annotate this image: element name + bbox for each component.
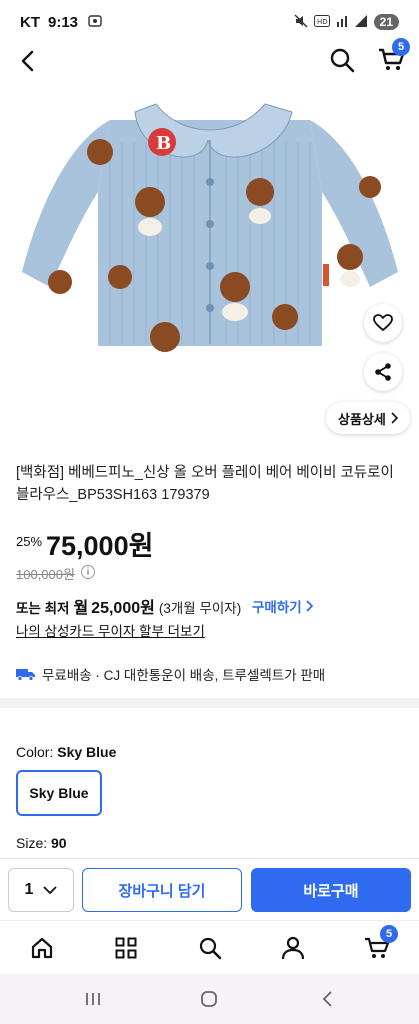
battery-icon: 21 (373, 14, 399, 30)
product-detail-label: 상품상세 (338, 411, 386, 427)
add-to-cart-button[interactable]: 장바구니 담기 (82, 868, 242, 912)
installment-info: 또는 최저 월 25,000원 (3개월 무이자) (16, 594, 241, 618)
tab-cart[interactable]: 5 (362, 925, 398, 963)
recent-apps-icon (86, 993, 100, 1005)
chevron-right-icon (306, 600, 313, 612)
product-title: [백화점] 베베드피노_신상 올 오버 플레이 베어 베이비 코듀로이 블라우스… (16, 465, 394, 503)
installment-monthly: 월 (73, 600, 89, 617)
home-circle-icon (201, 991, 217, 1007)
size-label-key: Size: (16, 835, 48, 851)
search-button[interactable] (326, 44, 358, 76)
quantity-value: 1 (24, 881, 34, 898)
svg-text:B: B (156, 133, 171, 154)
quantity-select[interactable]: 1 (8, 868, 74, 912)
section-divider (0, 698, 419, 708)
screen-record-icon (88, 14, 102, 31)
android-home-button[interactable] (195, 986, 223, 1012)
svg-text:HD: HD (317, 18, 328, 26)
color-label-value: Sky Blue (57, 744, 117, 760)
grid-icon (115, 937, 137, 959)
cart-count-badge: 5 (392, 38, 410, 56)
signal-icon (354, 14, 368, 31)
tab-home[interactable] (27, 933, 57, 963)
card-installment-link[interactable]: 나의 삼성카드 무이자 할부 더보기 (16, 620, 205, 640)
tab-search[interactable] (195, 933, 225, 963)
buy-link-label: 구매하기 (252, 600, 302, 615)
carrier-label: KT (20, 13, 40, 31)
chevron-left-icon (21, 50, 34, 72)
search-icon (199, 937, 222, 960)
share-icon (375, 363, 391, 381)
tab-cart-count-badge: 5 (380, 925, 398, 943)
heart-icon (373, 314, 393, 331)
chevron-down-icon (43, 885, 58, 894)
buy-now-button[interactable]: 바로구매 (251, 868, 411, 912)
color-label-key: Color: (16, 744, 54, 760)
shipping-text: 무료배송 · CJ 대한통운이 배송, 트루셀렉트가 판매 (42, 668, 326, 683)
tab-my-page[interactable] (278, 933, 308, 963)
color-option-sky-blue[interactable]: Sky Blue (16, 770, 102, 816)
info-icon[interactable]: i (81, 565, 95, 579)
app-header: 5 (0, 38, 419, 82)
sale-price: 75,000원 (46, 531, 154, 561)
installment-prefix: 또는 최저 (16, 601, 70, 616)
product-photo: B (22, 103, 398, 352)
back-arrow-icon (322, 991, 332, 1007)
mute-icon (294, 14, 308, 31)
color-label: Color: Sky Blue (16, 744, 116, 760)
truck-icon (16, 669, 35, 681)
home-icon (31, 937, 53, 959)
size-label-value: 90 (51, 835, 67, 851)
recent-apps-button[interactable] (79, 986, 107, 1012)
product-image[interactable]: B 상품상세 (0, 82, 419, 442)
cart-button[interactable]: 5 (374, 38, 410, 76)
size-label: Size: 90 (16, 835, 67, 851)
shipping-info: 무료배송 · CJ 대한통운이 배송, 트루셀렉트가 판매 (16, 664, 325, 684)
discount-rate: 25% (16, 534, 43, 549)
installment-amount: 25,000원 (91, 600, 155, 617)
android-back-button[interactable] (313, 986, 341, 1012)
android-nav-bar (0, 974, 419, 1024)
installment-months: (3개월 무이자) (158, 601, 242, 616)
like-button[interactable] (364, 304, 402, 342)
tab-category[interactable] (111, 933, 141, 963)
bottom-tab-bar: 5 (0, 920, 419, 974)
status-bar: KT 9:13 HD 21 (0, 0, 419, 44)
chevron-right-icon (391, 412, 398, 424)
product-detail-button[interactable]: 상품상세 (326, 402, 410, 434)
clock: 9:13 (48, 13, 79, 31)
purchase-bar: 1 장바구니 담기 바로구매 (0, 858, 419, 920)
hd-icon: HD (313, 14, 330, 30)
share-button[interactable] (364, 353, 402, 391)
original-price: 100,000원 (16, 567, 75, 582)
person-icon (281, 936, 305, 960)
lte-icon (336, 14, 348, 31)
buy-link[interactable]: 구매하기 (252, 596, 313, 616)
search-icon (330, 48, 355, 73)
back-button[interactable] (12, 46, 42, 76)
